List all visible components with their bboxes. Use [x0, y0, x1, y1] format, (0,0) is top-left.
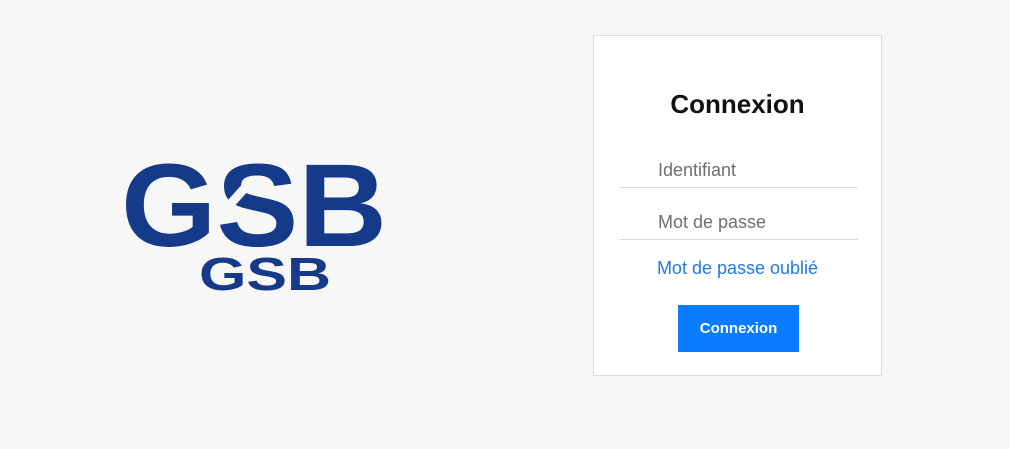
gsb-logo-graphic: GSB GSB	[121, 140, 387, 295]
password-field[interactable]	[619, 206, 858, 240]
logo-sub-text: GSB	[199, 248, 331, 295]
username-field[interactable]	[619, 154, 858, 188]
login-button[interactable]: Connexion	[678, 305, 799, 352]
gsb-logo: GSB GSB	[118, 140, 390, 295]
login-card: Connexion Mot de passe oublié Connexion	[593, 35, 882, 376]
forgot-password-link[interactable]: Mot de passe oublié	[594, 256, 881, 280]
login-page: GSB GSB Connexion Mot de passe oublié Co…	[0, 0, 1010, 449]
login-title: Connexion	[670, 89, 805, 119]
